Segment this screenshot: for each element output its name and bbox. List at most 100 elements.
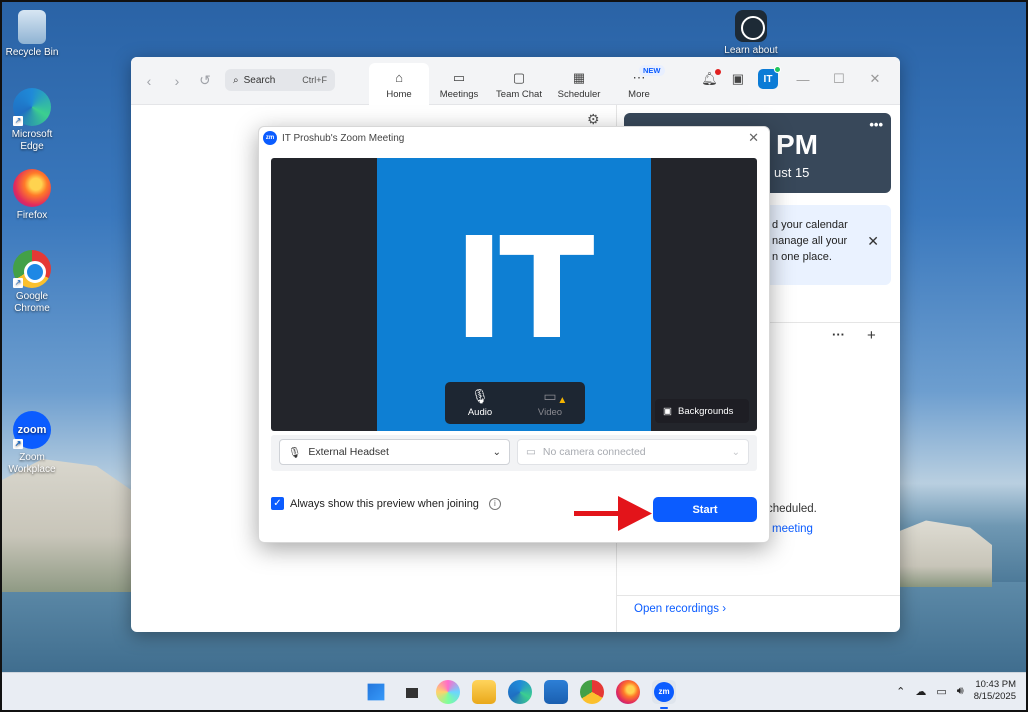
preview-option: ✓ Always show this preview when joining … [271,497,501,510]
taskbar-apps: zm [364,680,676,709]
desktop-icon-recycle-bin[interactable]: Recycle Bin [2,10,62,59]
tab-label: Scheduler [557,89,601,100]
always-show-preview-label: Always show this preview when joining [290,497,479,510]
avatar[interactable]: IT [758,66,781,89]
microphone-select[interactable]: 🎙︎ External Headset ⌄ [279,439,510,465]
video-label: Video [537,406,563,418]
recycle-bin-icon [18,10,46,44]
clock-date: ust 15 [774,165,810,180]
desktop-icon-label: Microsoft Edge [11,129,53,152]
firefox-icon[interactable] [616,680,640,704]
close-icon[interactable]: ✕ [864,71,886,87]
tab-label: More [628,89,650,100]
tab-more[interactable]: NEW ⋯ More [609,63,669,105]
desktop-icon-edge[interactable]: ↗ Microsoft Edge [2,88,62,153]
camera-icon: ▭ [526,446,536,458]
notifications-bell-icon[interactable]: 🔔︎ [701,69,721,87]
microphone-icon: 🎙︎ [471,387,489,404]
tab-label: Team Chat [496,89,542,100]
backgrounds-button[interactable]: ▣ Backgrounds [655,399,749,423]
desktop-icon-firefox[interactable]: Firefox [2,169,62,222]
titlebar-right: 🔔︎ ▣ IT — ☐ ✕ [701,66,900,89]
dismiss-close-icon[interactable]: ✕ [867,233,879,250]
calendar-app-icon[interactable]: ▣ [732,71,744,87]
zoom-logo-icon: zm [263,131,277,145]
tab-label: Meetings [439,89,479,100]
zoom-titlebar: ‹ › ↺ ⌕ Search Ctrl+F ⌂ Home ▭ Meetings … [131,57,900,105]
firefox-icon [13,169,51,207]
start-icon[interactable] [367,683,385,701]
clock-time: 10:43 PM [975,679,1016,690]
device-row: 🎙︎ External Headset ⌄ ▭ No camera connec… [271,435,757,471]
red-arrow-annotation [574,496,652,531]
chevron-down-icon: ⌄ [492,446,501,458]
open-recordings-link[interactable]: Open recordings › [634,603,726,615]
new-badge: NEW [639,65,665,76]
desktop-icon-label: Firefox [16,210,48,221]
backgrounds-icon: ▣ [663,405,672,417]
search-box[interactable]: ⌕ Search Ctrl+F [225,69,335,91]
video-button[interactable]: ▭ ▲ Video [515,382,585,424]
forward-arrow-icon[interactable]: › [163,73,191,89]
desktop-icon-learn-about[interactable]: Learn about [720,10,782,57]
desktop-icon-zoom[interactable]: zoom ↗ Zoom Workplace [2,411,62,476]
warning-icon: ▲ [557,394,568,406]
search-label: Search [243,74,276,86]
chevron-down-icon: ⌄ [731,446,740,458]
cloud-icon[interactable]: ☁ [915,685,926,698]
calendar-promo-text: d your calendar nanage all your n one pl… [772,219,848,263]
audio-button[interactable]: 🎙︎ Audio [445,382,515,424]
home-icon: ⌂ [395,70,403,85]
no-meetings-text: cheduled. [767,503,817,515]
chat-icon: ▢ [512,70,526,85]
close-icon[interactable]: ✕ [748,130,759,146]
always-show-preview-checkbox[interactable]: ✓ [271,497,284,510]
volume-icon[interactable]: 🔊︎ [957,685,964,698]
file-explorer-icon[interactable] [472,680,496,704]
clock-date: 8/15/2025 [973,691,1016,702]
schedule-meeting-link[interactable]: meeting [772,523,813,535]
chrome-icon: ↗ [13,250,51,288]
back-arrow-icon[interactable]: ‹ [135,73,163,89]
desktop-icon-label: Recycle Bin [5,47,59,58]
copilot-icon[interactable] [436,680,460,704]
task-view-icon[interactable] [400,680,424,704]
desktop-icon-chrome[interactable]: ↗ Google Chrome [2,250,62,315]
zoom-icon: zoom ↗ [13,411,51,449]
maximize-icon[interactable]: ☐ [828,71,850,87]
minimize-icon[interactable]: — [792,72,814,87]
tab-home[interactable]: ⌂ Home [369,63,429,105]
learn-about-icon [735,10,767,42]
camera-icon: ▭ ▲ [543,387,568,406]
network-icon[interactable]: ▭ [936,685,946,698]
search-shortcut: Ctrl+F [302,75,327,85]
meetings-more-icon[interactable]: ··· [832,327,845,342]
dialog-title: IT Proshub's Zoom Meeting [282,132,405,144]
av-controls: 🎙︎ Audio ▭ ▲ Video [445,382,585,424]
info-icon[interactable]: i [488,497,501,510]
zoom-taskbar-icon[interactable]: zm [652,680,676,709]
main-tabs: ⌂ Home ▭ Meetings ▢ Team Chat ▦ Schedule… [369,63,669,105]
taskbar-clock[interactable]: 10:43 PM 8/15/2025 [974,679,1016,703]
calendar-icon: ▦ [572,70,586,85]
video-preview: IT 🎙︎ Audio ▭ ▲ Video ▣ Backgrounds [271,158,757,431]
microphone-value: External Headset [308,446,389,458]
camera-value: No camera connected [542,446,646,458]
tab-team-chat[interactable]: ▢ Team Chat [489,63,549,105]
chevron-up-icon[interactable]: ⌃ [896,685,905,698]
edge-icon[interactable] [508,680,532,704]
add-plus-icon[interactable]: + [867,327,876,344]
camera-select[interactable]: ▭ No camera connected ⌄ [517,439,749,465]
divider [617,595,900,596]
search-icon: ⌕ [233,74,239,86]
tab-meetings[interactable]: ▭ Meetings [429,63,489,105]
clock-card-more-icon[interactable]: ••• [869,117,883,132]
chrome-icon[interactable] [580,680,604,704]
store-icon[interactable] [544,680,568,704]
audio-label: Audio [467,406,493,418]
backgrounds-label: Backgrounds [677,405,734,417]
history-icon[interactable]: ↺ [191,72,219,89]
desktop-icon-label: Google Chrome [14,291,50,314]
start-button[interactable]: Start [653,497,757,522]
tab-scheduler[interactable]: ▦ Scheduler [549,63,609,105]
